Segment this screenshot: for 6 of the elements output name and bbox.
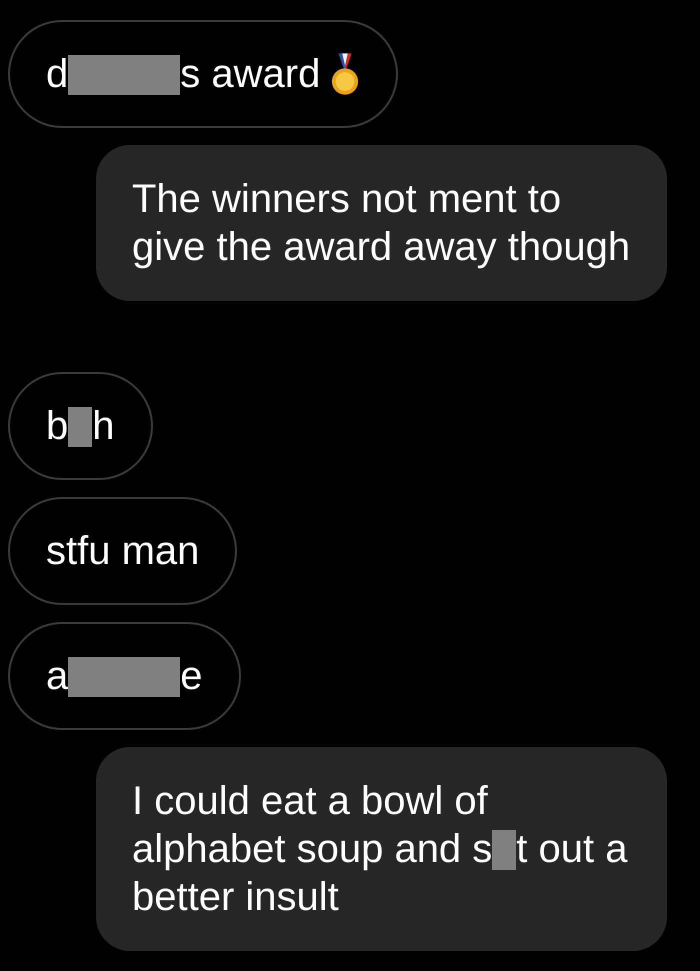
message-text: I could eat a bowl of alphabet soup and s t out a better insult <box>132 778 628 921</box>
message-text: b h <box>46 403 114 450</box>
medal-icon <box>330 52 360 96</box>
message-text: The winners not ment to give the award away though <box>132 176 631 271</box>
message-text: d s award <box>46 51 320 98</box>
message-text: stfu man <box>46 528 200 575</box>
